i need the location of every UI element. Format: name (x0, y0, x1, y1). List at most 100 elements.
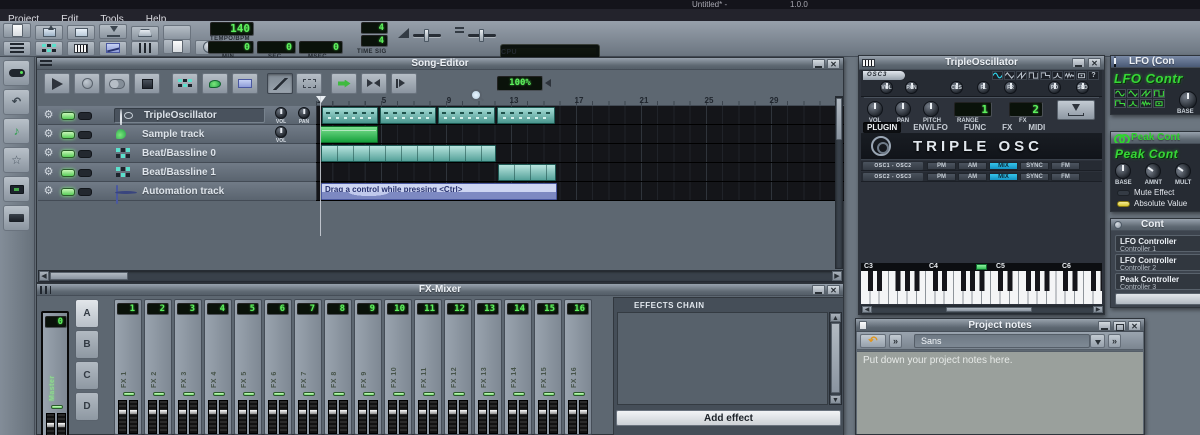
channel-fader[interactable] (429, 400, 438, 434)
user-wave-button[interactable] (1076, 71, 1087, 80)
fx-channel[interactable]: 4 FX 4 (204, 299, 232, 435)
auto-scroll-button[interactable] (331, 73, 357, 94)
milliseconds-display[interactable]: 0 (299, 41, 343, 54)
channel-fader[interactable] (268, 400, 277, 434)
scroll-up-arrow[interactable]: ▲ (830, 313, 841, 322)
channel-fader[interactable] (129, 400, 138, 434)
add-effect-button[interactable]: Add effect (616, 410, 841, 426)
scroll-left-arrow[interactable]: ◀ (39, 271, 49, 281)
lfo-wave-button[interactable] (1153, 99, 1165, 108)
track-gear-icon[interactable]: ⚙ (42, 109, 55, 122)
channel-fader[interactable] (57, 413, 66, 435)
lfo-wave-button[interactable] (1127, 89, 1139, 98)
timeline-ruler[interactable]: 159131721252933 (316, 96, 844, 106)
channel-fader[interactable] (328, 400, 337, 434)
seconds-display[interactable]: 0 (257, 41, 296, 54)
BASE[interactable] (1115, 163, 1131, 179)
show-fx-mixer-button[interactable] (131, 41, 159, 56)
lfo-base-knob[interactable] (1179, 91, 1197, 109)
track-name[interactable]: Automation track (142, 182, 224, 201)
channel-mute-led[interactable] (51, 405, 63, 409)
vscroll-handle[interactable] (836, 98, 842, 140)
font-dropdown-button[interactable] (1090, 334, 1105, 348)
AMNT[interactable] (1142, 160, 1164, 182)
channel-mute-led[interactable] (273, 392, 285, 396)
maximize-button[interactable] (1113, 321, 1126, 331)
channel-fader[interactable] (178, 400, 187, 434)
font-family-select[interactable]: Sans (914, 334, 1090, 348)
channel-mute-led[interactable] (483, 392, 495, 396)
exponential-wave-button[interactable] (1052, 71, 1063, 80)
fx-channel[interactable]: 10 FX 10 (384, 299, 412, 435)
sidebar-samples-button[interactable]: ♪ (3, 118, 30, 144)
sidebar-computer-button[interactable] (3, 176, 30, 202)
track-solo-led[interactable] (78, 131, 92, 139)
instrument-titlebar[interactable]: TripleOscillator (859, 56, 1104, 70)
MULT[interactable] (1172, 160, 1194, 182)
save-project-button[interactable] (67, 25, 95, 40)
fx-channel[interactable]: 8 FX 8 (324, 299, 352, 435)
scroll-handle[interactable] (831, 323, 840, 393)
minimize-button[interactable] (812, 285, 825, 295)
close-button[interactable] (827, 285, 840, 295)
lfo-wave-button[interactable] (1127, 99, 1139, 108)
channel-fader[interactable] (478, 400, 487, 434)
save-preset-button[interactable] (1057, 100, 1095, 120)
fx-channel[interactable]: 2 FX 2 (144, 299, 172, 435)
add-bb-track-button[interactable] (172, 73, 198, 94)
channel-mute-led[interactable] (243, 392, 255, 396)
automation-segment[interactable]: Drag a control while pressing <Ctrl> (321, 183, 557, 200)
modulation-mode-button[interactable]: AM (958, 173, 987, 181)
show-piano-roll-button[interactable] (67, 41, 95, 56)
fx-channel[interactable]: 14 FX 14 (504, 299, 532, 435)
channel-mute-led[interactable] (543, 392, 555, 396)
channel-fader[interactable] (279, 400, 288, 434)
scroll-handle[interactable] (946, 307, 1032, 312)
fx-channel[interactable]: 1 FX 1 (114, 299, 142, 435)
export-project-button[interactable] (99, 24, 127, 39)
open-project-button[interactable] (35, 25, 63, 40)
fx-bank-button[interactable]: A (75, 299, 99, 328)
scroll-right-arrow[interactable]: ▶ (1093, 306, 1103, 313)
track-mute-led[interactable] (61, 150, 75, 158)
recover-session-button[interactable] (163, 25, 191, 40)
close-button[interactable] (827, 59, 840, 69)
channel-mute-led[interactable] (393, 392, 405, 396)
record-play-button[interactable] (104, 73, 130, 94)
close-button[interactable] (1128, 321, 1141, 331)
fx-bank-button[interactable]: B (75, 330, 99, 359)
song-editor-titlebar[interactable]: Song-Editor (37, 58, 843, 70)
channel-fader[interactable] (568, 400, 577, 434)
fx-mixer-titlebar[interactable]: FX-Mixer (37, 284, 843, 296)
track-solo-led[interactable] (78, 112, 92, 120)
stop-button[interactable] (134, 73, 160, 94)
channel-fader[interactable] (219, 400, 228, 434)
fx-channel-display[interactable]: 2 (1009, 102, 1043, 117)
pattern-segment[interactable] (497, 107, 555, 124)
track-mute-led[interactable] (61, 169, 75, 177)
bb-segment[interactable] (498, 164, 556, 181)
fx-channel[interactable]: 16 FX 16 (564, 299, 592, 435)
channel-mute-led[interactable] (183, 392, 195, 396)
show-project-notes-button[interactable] (163, 39, 191, 54)
scroll-right-arrow[interactable]: ▶ (832, 271, 842, 281)
fx-bank-button[interactable]: D (75, 392, 99, 421)
instrument-tab[interactable]: ENV/LFO (909, 122, 952, 133)
channel-mute-led[interactable] (513, 392, 525, 396)
controller-item[interactable]: Peak Controller Controller 3 (1115, 273, 1200, 290)
channel-fader[interactable] (399, 400, 408, 434)
track-header[interactable]: ⚙ Beat/Bassline 0 VOL PAN (38, 144, 316, 163)
record-button[interactable] (74, 73, 100, 94)
peak-checkbox[interactable]: Absolute Value (1117, 199, 1187, 208)
channel-mute-led[interactable] (333, 392, 345, 396)
timesig-denominator-display[interactable]: 4 (361, 35, 388, 47)
show-automation-editor-button[interactable] (99, 41, 127, 56)
moog-saw-wave-button[interactable] (1040, 71, 1051, 80)
channel-fader[interactable] (538, 400, 547, 434)
modulation-mode-button[interactable]: SYNC (1020, 173, 1049, 181)
channel-fader[interactable] (459, 400, 468, 434)
fx-channel[interactable]: 15 FX 15 (534, 299, 562, 435)
fx-channel[interactable]: 7 FX 7 (294, 299, 322, 435)
tempo-display[interactable]: 140 (210, 22, 254, 36)
timesig-numerator-display[interactable]: 4 (361, 22, 388, 34)
